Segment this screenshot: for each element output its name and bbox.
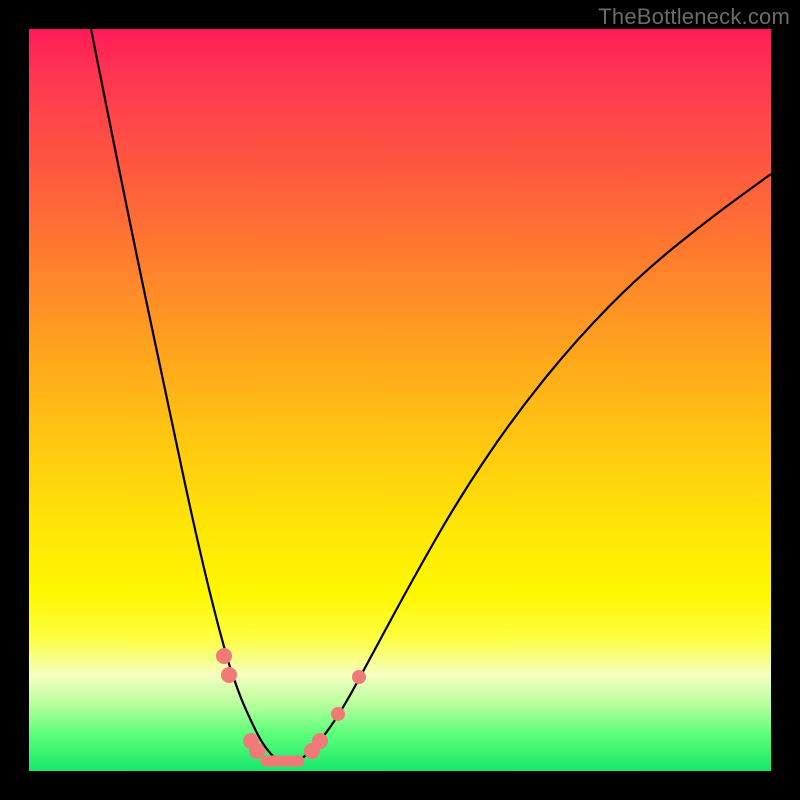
marker xyxy=(352,670,366,684)
curves-svg xyxy=(29,29,771,771)
left-curve xyxy=(91,29,287,765)
marker xyxy=(312,733,328,749)
marker xyxy=(249,743,265,759)
watermark-text: TheBottleneck.com xyxy=(598,4,790,30)
plot-area xyxy=(29,29,771,771)
marker xyxy=(221,667,237,683)
marker xyxy=(216,648,232,664)
marker xyxy=(331,707,345,721)
outer-frame: TheBottleneck.com xyxy=(0,0,800,800)
